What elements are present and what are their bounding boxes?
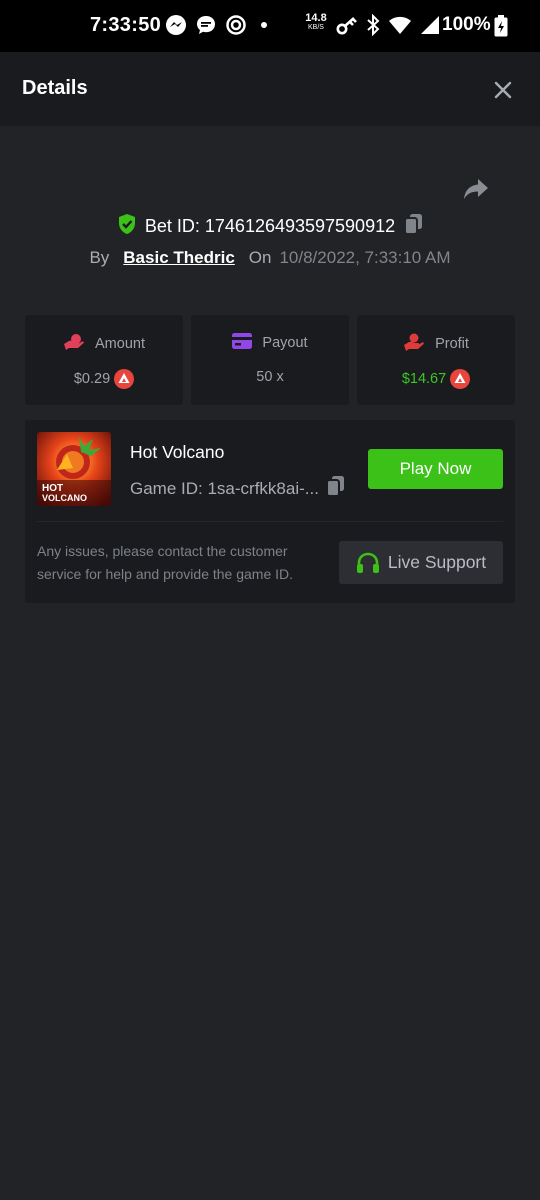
battery-charging-icon (494, 15, 508, 42)
close-button[interactable] (490, 77, 516, 103)
amount-value: $0.29 (73, 371, 111, 387)
support-message: Any issues, please contact the customer … (37, 543, 294, 582)
signal-icon (420, 14, 440, 36)
profit-icon (403, 333, 425, 355)
headset-icon (356, 552, 379, 573)
bet-id: Bet ID: 1746126493597590912 (144, 215, 396, 236)
bet-id-row: Bet ID: 1746126493597590912 (0, 212, 540, 240)
share-icon (464, 179, 488, 199)
coin-icon (450, 369, 471, 389)
status-bar: 7:33:50 14.8 KB/S 100% (0, 0, 540, 52)
close-icon (494, 81, 512, 99)
profit-value: $14.67 (401, 371, 447, 387)
game-id-row: Game ID: 1sa-crfkk8ai-... (130, 475, 345, 502)
system-icons (336, 14, 440, 36)
messenger-icon (165, 14, 187, 36)
more-notifications-dot (261, 22, 267, 28)
thumb-volcano-text: VOLCANO (42, 493, 87, 503)
on-label: On (248, 248, 272, 267)
live-support-button[interactable]: Live Support (339, 541, 503, 584)
profit-label: Profit (435, 336, 469, 352)
chat-icon (195, 14, 217, 36)
payout-card: Payout 50 x (191, 315, 349, 405)
payout-value: 50 x (256, 369, 284, 385)
bluetooth-icon (366, 14, 380, 36)
coin-icon (114, 369, 135, 389)
notification-icons (165, 14, 267, 36)
copy-game-id-icon[interactable] (325, 475, 345, 502)
game-card: HOT VOLCANO Hot Volcano Game ID: 1sa-crf… (25, 420, 515, 603)
live-support-label: Live Support (387, 552, 487, 572)
wifi-icon (388, 14, 412, 36)
payout-label: Payout (262, 335, 308, 351)
profit-card: Profit $14.67 (357, 315, 515, 405)
amount-card: Amount $0.29 (25, 315, 183, 405)
page-title: Details (22, 77, 88, 99)
share-button[interactable] (462, 176, 490, 202)
divider (37, 521, 503, 522)
game-thumbnail[interactable]: HOT VOLCANO (37, 432, 111, 506)
net-speed-value: 14.8 (305, 12, 327, 24)
by-label: By (89, 248, 110, 267)
play-now-button[interactable]: Play Now (368, 449, 503, 489)
copy-bet-id-icon[interactable] (403, 213, 423, 240)
battery-percent: 100% (442, 14, 491, 35)
network-speed: 14.8 KB/S (303, 13, 329, 33)
net-speed-unit: KB/S (308, 24, 324, 31)
payout-icon (232, 333, 253, 353)
sync-icon (225, 14, 247, 36)
status-time: 7:33:50 (90, 14, 162, 36)
user-link[interactable]: Basic Thedric (123, 248, 235, 268)
details-header: Details (0, 52, 540, 126)
game-id: Game ID: 1sa-crfkk8ai-... (130, 478, 319, 498)
verified-shield-icon (117, 213, 137, 240)
bet-meta-row: By Basic Thedric On 10/8/2022, 7:33:10 A… (0, 244, 540, 272)
game-name: Hot Volcano (130, 442, 225, 462)
bet-date: 10/8/2022, 7:33:10 AM (279, 248, 451, 267)
amount-icon (63, 333, 85, 355)
vpn-key-icon (336, 14, 358, 36)
amount-label: Amount (95, 336, 145, 352)
